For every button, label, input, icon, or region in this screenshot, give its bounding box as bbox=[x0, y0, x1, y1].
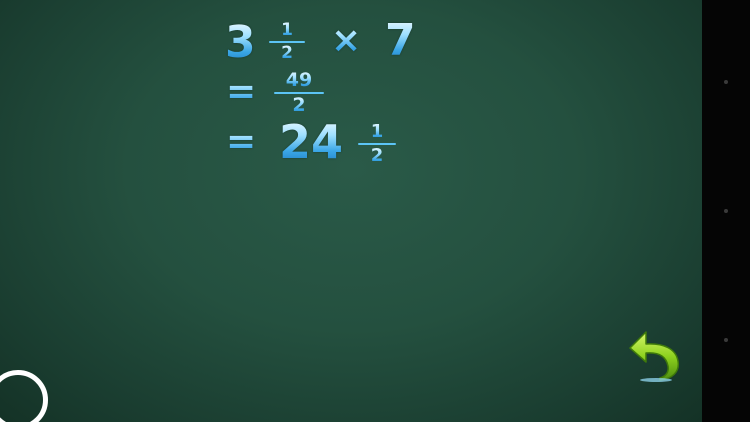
line2-fraction-denominator: 2 bbox=[292, 94, 306, 116]
line3-fraction: 1 2 bbox=[357, 123, 397, 165]
line3-fraction-numerator: 1 bbox=[370, 121, 384, 142]
back-button[interactable] bbox=[626, 328, 682, 384]
line2-fraction: 49 2 bbox=[273, 71, 325, 115]
line2-equals-sign: = bbox=[226, 71, 257, 112]
line1-fraction-numerator: 1 bbox=[281, 20, 293, 40]
nav-dot-middle[interactable] bbox=[724, 209, 728, 213]
line1-fraction-denominator: 2 bbox=[281, 43, 293, 63]
multiply-operator: × bbox=[331, 20, 362, 61]
line1-multiplier: 7 bbox=[385, 15, 416, 66]
line3-whole-number: 24 bbox=[279, 115, 344, 169]
nav-dot-bottom[interactable] bbox=[724, 338, 728, 342]
corner-circle-button[interactable] bbox=[0, 370, 48, 422]
line3-fraction-denominator: 2 bbox=[370, 145, 384, 166]
line2-fraction-numerator: 49 bbox=[285, 69, 313, 91]
line3-equals-sign: = bbox=[226, 121, 257, 162]
line1-whole-number: 3 bbox=[225, 17, 256, 68]
undo-arrow-icon bbox=[629, 331, 680, 382]
chalkboard: 3 1 2 × 7 = 49 2 = 24 1 2 bbox=[0, 0, 702, 422]
nav-dot-top[interactable] bbox=[724, 80, 728, 84]
system-nav-bar bbox=[702, 0, 750, 422]
app-screen: 3 1 2 × 7 = 49 2 = 24 1 2 bbox=[0, 0, 750, 422]
line1-fraction: 1 2 bbox=[268, 22, 306, 62]
